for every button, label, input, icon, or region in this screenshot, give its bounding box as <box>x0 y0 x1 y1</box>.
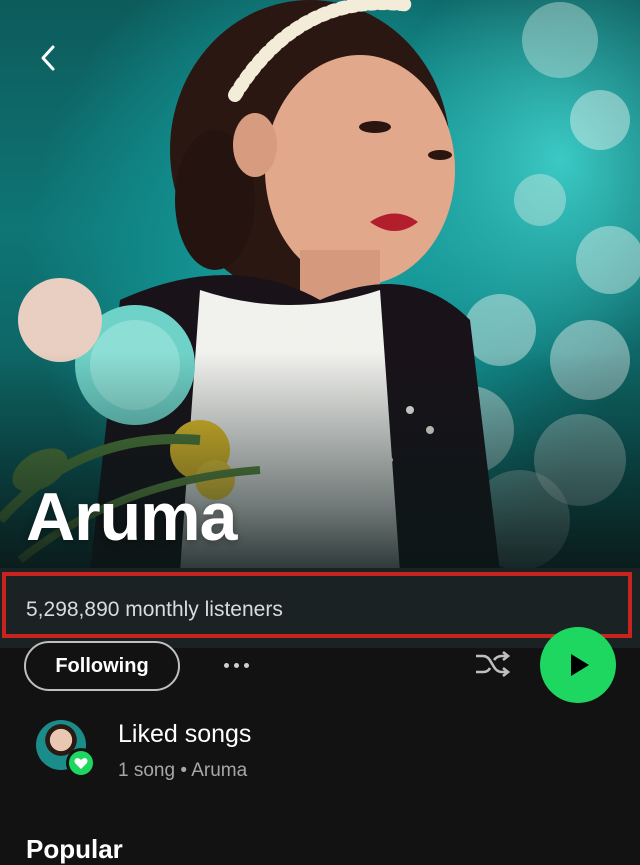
more-dots-icon <box>233 662 239 668</box>
play-icon <box>571 654 589 676</box>
liked-badge <box>66 748 96 778</box>
following-button[interactable]: Following <box>24 641 180 691</box>
liked-songs-subtitle: 1 song • Aruma <box>118 760 248 781</box>
heart-icon <box>74 757 88 769</box>
listeners-highlight-box <box>2 572 632 638</box>
liked-songs-row[interactable]: Liked songs 1 song • Aruma <box>0 712 640 792</box>
back-button[interactable] <box>26 36 70 80</box>
popular-section-title: Popular <box>26 834 123 864</box>
artist-hero: Aruma <box>0 0 640 572</box>
artist-name: Aruma <box>26 479 237 555</box>
shuffle-button[interactable] <box>470 644 514 684</box>
liked-songs-title: Liked songs <box>118 720 252 748</box>
more-dots-icon <box>243 662 249 668</box>
shuffle-icon <box>476 650 510 678</box>
chevron-left-icon <box>41 45 55 71</box>
more-options-button[interactable] <box>214 648 258 682</box>
more-dots-icon <box>223 662 229 668</box>
play-button[interactable] <box>540 627 616 703</box>
